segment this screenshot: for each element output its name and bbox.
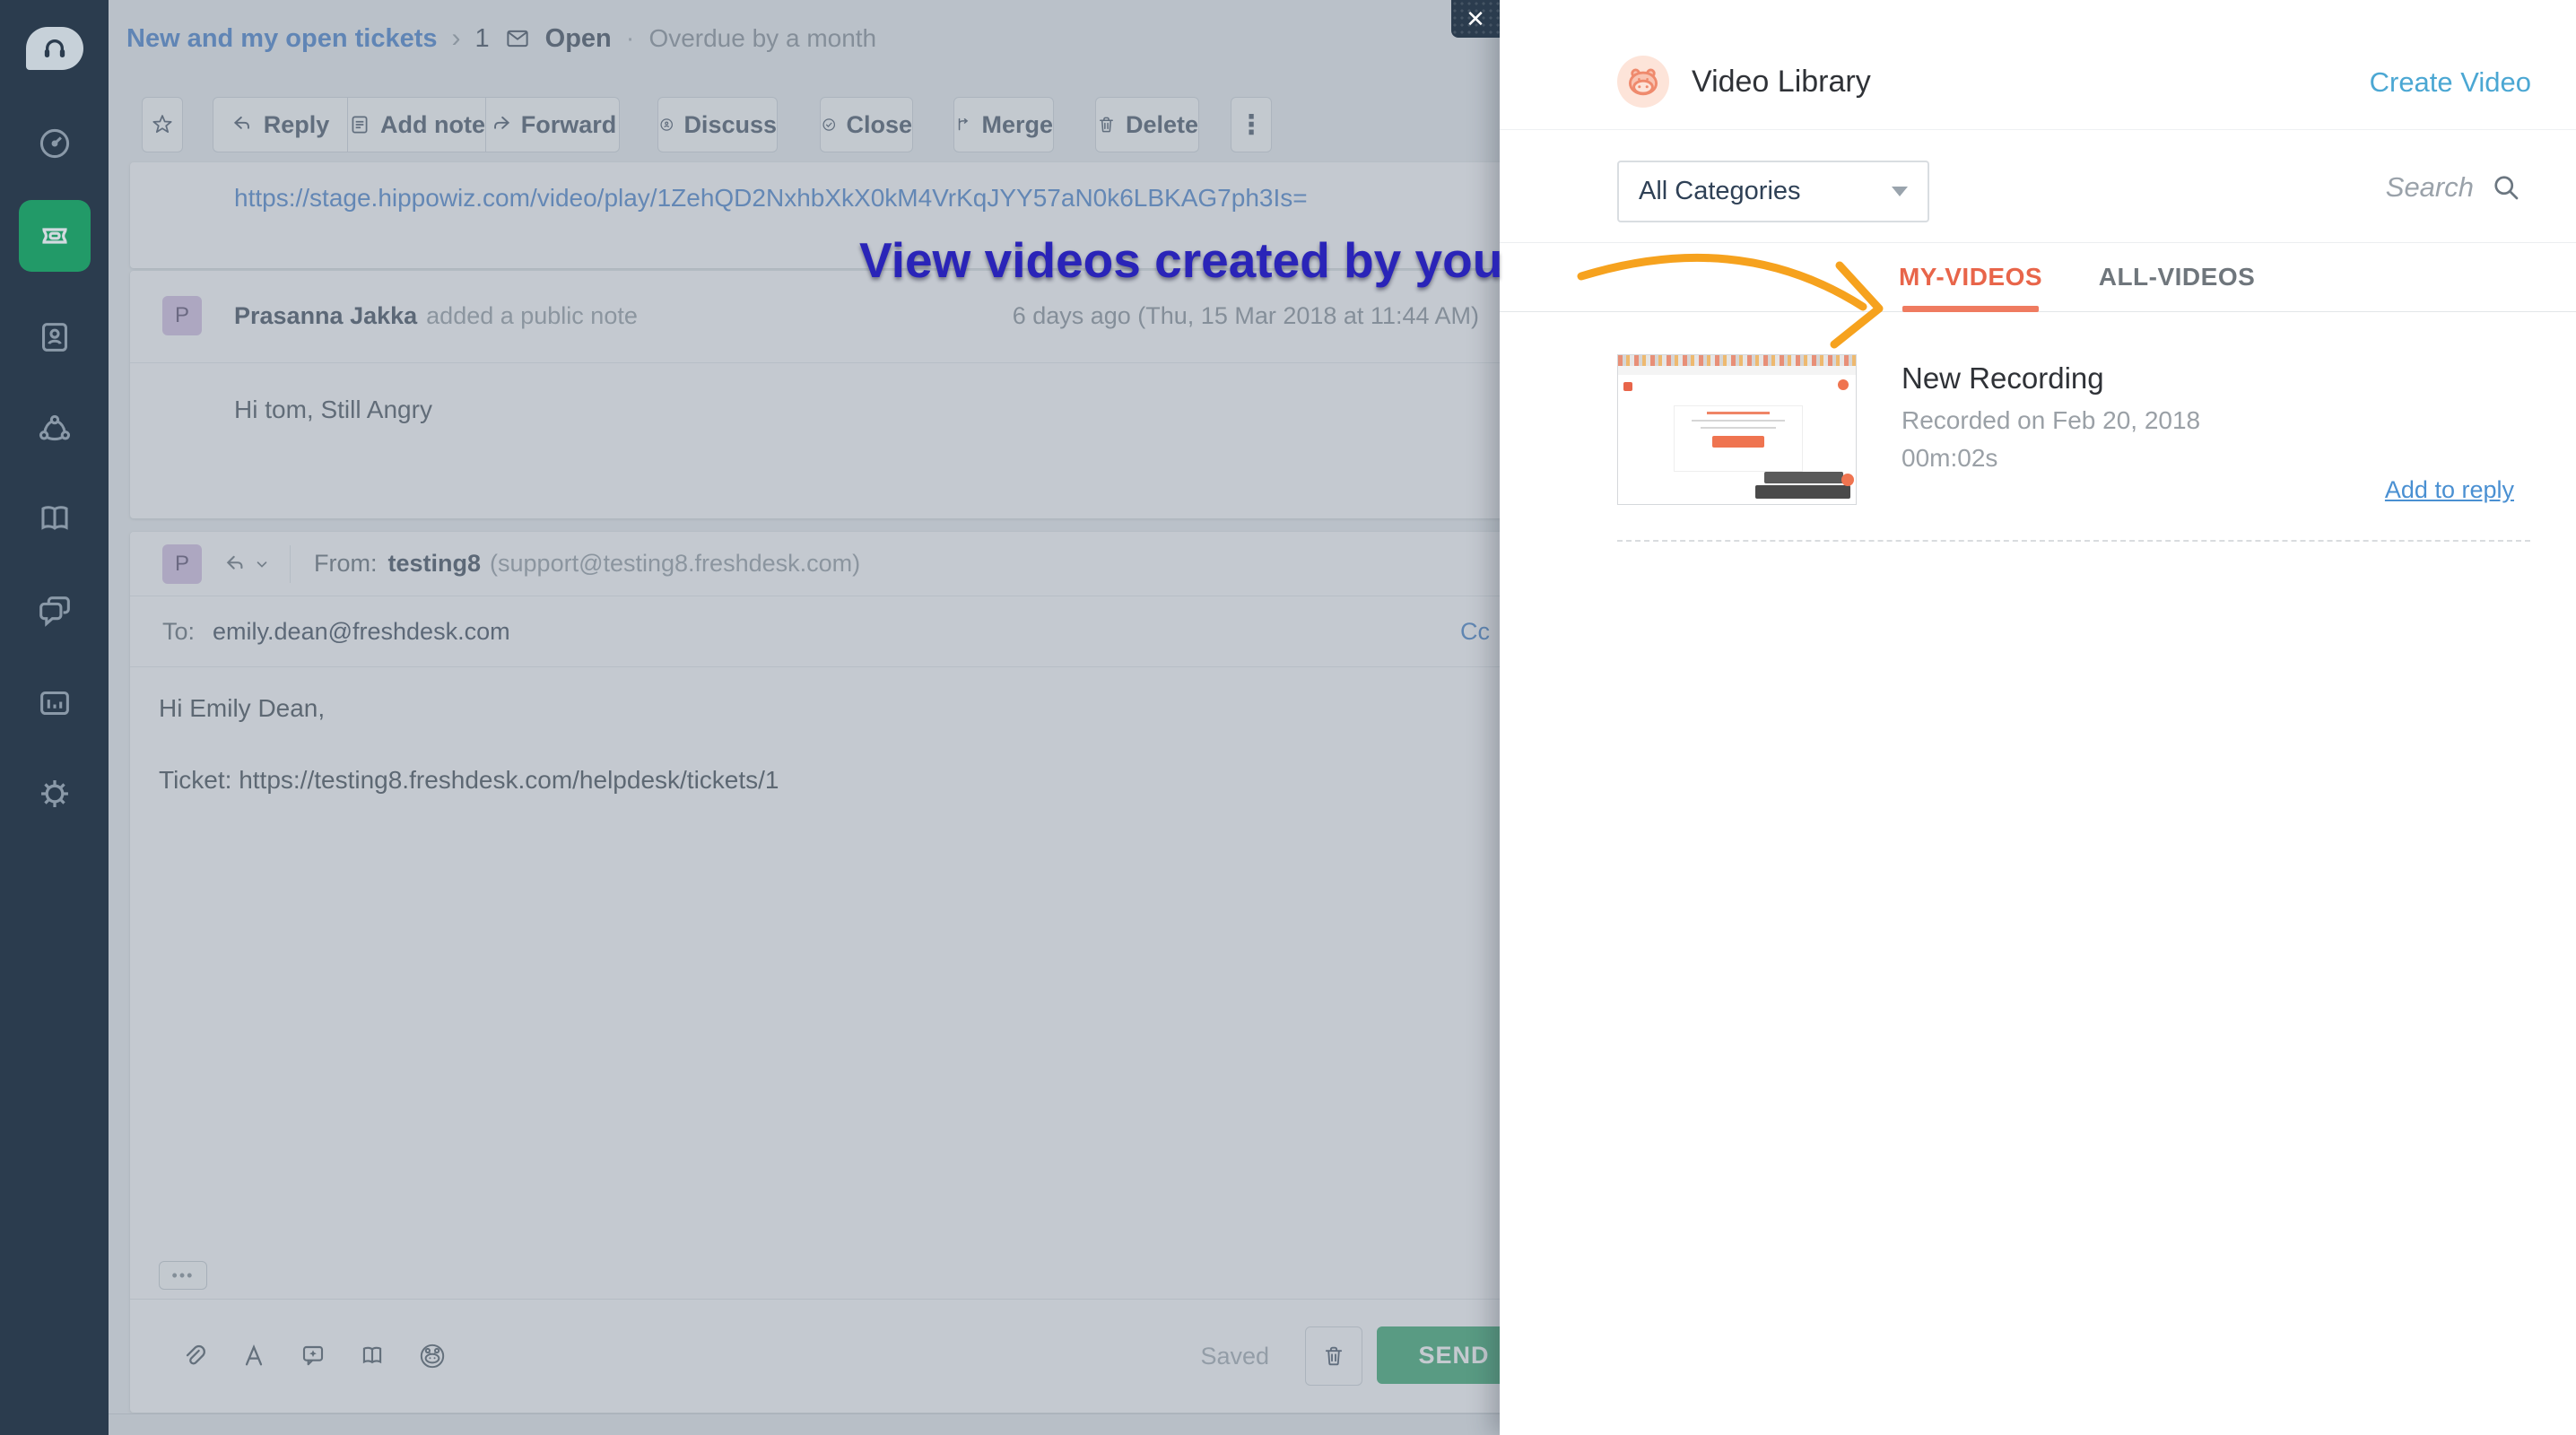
modal-dim-overlay (109, 0, 1500, 1435)
tab-my-videos[interactable]: MY-VIDEOS (1894, 243, 2047, 311)
video-library-panel: ✕ Video Library Create Video All Categor… (1451, 0, 2576, 1435)
video-thumbnail[interactable] (1617, 354, 1857, 505)
freshdesk-logo[interactable] (0, 13, 109, 84)
video-duration: 00m:02s (1902, 444, 1998, 472)
tickets-active-pill (18, 200, 91, 272)
sidebar-item-contacts[interactable] (0, 301, 109, 373)
thumb-toolbar (1618, 366, 1856, 375)
close-icon: ✕ (1466, 4, 1485, 32)
video-search (2311, 170, 2522, 204)
contacts-icon (41, 323, 67, 352)
thumb-orange-dot (1841, 474, 1854, 486)
dropdown-caret-icon (1892, 187, 1908, 196)
forums-icon (39, 596, 70, 627)
sidebar-item-settings[interactable] (0, 758, 109, 830)
hand-drawn-arrow-icon (1577, 254, 1884, 349)
freshdesk-headset-icon (25, 27, 83, 70)
sidebar-item-dashboard[interactable] (0, 108, 109, 179)
community-icon (39, 414, 70, 441)
ticket-icon (41, 228, 67, 244)
thumb-dark-bar (1755, 485, 1850, 499)
search-input[interactable] (2311, 170, 2476, 204)
create-video-link[interactable]: Create Video (2370, 66, 2531, 99)
video-recorded-date: Recorded on Feb 20, 2018 (1902, 406, 2201, 434)
dashboard-icon (39, 128, 69, 159)
category-dropdown[interactable]: All Categories (1617, 161, 1929, 222)
left-sidebar (0, 0, 109, 1435)
annotation-text: View videos created by you (859, 232, 1503, 288)
thumb-dark-bar (1764, 472, 1843, 483)
sidebar-item-tickets[interactable] (0, 200, 109, 272)
sidebar-item-reports[interactable] (0, 667, 109, 739)
tab-all-videos[interactable]: ALL-VIDEOS (2092, 243, 2262, 311)
close-panel-button[interactable]: ✕ (1451, 0, 1500, 38)
hippo-video-logo (1617, 56, 1669, 108)
search-icon[interactable] (2490, 171, 2522, 204)
video-library-header: Video Library Create Video (1500, 0, 2576, 130)
active-tab-underline (1902, 306, 2039, 312)
settings-gear-icon (40, 780, 68, 807)
thumb-center-card (1674, 405, 1803, 472)
solutions-book-icon (40, 506, 68, 530)
sidebar-item-solutions[interactable] (0, 483, 109, 555)
sidebar-item-forums[interactable] (0, 576, 109, 648)
reports-icon (39, 691, 69, 716)
category-dropdown-value: All Categories (1639, 177, 1801, 205)
thumb-logo-dot (1623, 382, 1632, 391)
sidebar-item-community[interactable] (0, 393, 109, 465)
add-to-reply-link[interactable]: Add to reply (2385, 476, 2514, 504)
app-root: New and my open tickets › 1 Open · Overd… (0, 0, 2576, 1435)
dashed-separator (1617, 540, 2530, 542)
video-title[interactable]: New Recording (1902, 361, 2104, 396)
panel-title: Video Library (1692, 65, 1871, 99)
thumb-record-button (1838, 379, 1849, 390)
